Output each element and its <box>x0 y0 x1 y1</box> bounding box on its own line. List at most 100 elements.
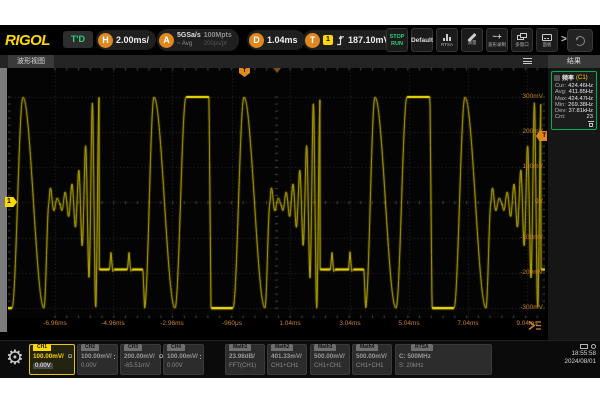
channel-offset: 0.00V <box>164 362 203 370</box>
rtsa-span: S: 20kHz <box>396 362 491 370</box>
stat-label: Cnt: <box>555 114 566 120</box>
acquisition-control-group[interactable]: A 5GSa/s ~ Avg 100Mpts 200ps/pt <box>157 29 239 51</box>
multiwindow-button[interactable]: 多窗口 <box>511 28 533 52</box>
time-axis-label: 3.04ms <box>327 320 373 327</box>
timebase-value: 2.00ms/ <box>116 35 149 45</box>
power-icon <box>591 344 596 349</box>
math-card-math4[interactable]: Math4 500.00mV/ CH1+CH1 <box>352 344 392 375</box>
vertical-scale: 200.00mV/ <box>124 353 155 361</box>
waveform-plot[interactable]: 300mV200mV100mV0V-100mV-200mV-300mV <box>8 68 545 318</box>
gear-icon[interactable]: ⚙ <box>6 345 24 371</box>
channel-tab[interactable]: CH4 <box>167 344 185 351</box>
rtsa-tab[interactable]: RTSA <box>411 344 433 351</box>
stop-run-button[interactable]: STOP RUN <box>386 28 408 52</box>
expand-menu-icon[interactable] <box>527 320 543 331</box>
record-label: 波形录制 <box>488 42 506 47</box>
rtsa-button[interactable]: RTSA <box>436 28 458 52</box>
trigger-level-value: 187.10mV <box>348 35 390 45</box>
record-wave-icon: ~+ <box>492 33 501 41</box>
rtsa-card[interactable]: RTSA C: 500MHz S: 20kHz <box>395 344 492 375</box>
waveform-canvas[interactable] <box>8 68 545 318</box>
math-scale: 23.98dB/ <box>229 353 255 361</box>
top-status-bar: RIGOL T'D H 2.00ms/ A 5GSa/s ~ Avg 100Mp… <box>0 25 600 55</box>
math-tab[interactable]: Math3 <box>314 344 336 351</box>
channel-card-ch3[interactable]: CH3 200.00mV/Ω -65.51mV <box>120 344 161 375</box>
trigger-knob[interactable]: T <box>305 33 320 48</box>
oscilloscope-screen: RIGOL T'D H 2.00ms/ A 5GSa/s ~ Avg 100Mp… <box>0 25 600 378</box>
channel-offset: 0.00V <box>33 363 53 369</box>
volt-axis-label: -200mV <box>520 269 543 277</box>
menu-icon[interactable] <box>523 58 533 66</box>
math-card-math2[interactable]: Math2 401.33mV/ CH1+CH1 <box>267 344 307 375</box>
trigger-status-chip[interactable]: T'D <box>63 31 93 48</box>
horizontal-knob[interactable]: H <box>98 33 113 48</box>
default-label: Default <box>411 37 433 44</box>
memory-depth: 100Mpts <box>204 32 232 40</box>
time-axis-label: 5.04ms <box>386 320 432 327</box>
delay-value: 1.04ms <box>267 35 298 45</box>
measurement-source: (C1) <box>576 75 588 81</box>
time-axis: -6.96ms -4.96ms -2.96ms -960μs 1.04ms 3.04ms 5… <box>0 320 548 332</box>
channel-tab[interactable]: CH3 <box>124 344 142 351</box>
default-button[interactable]: Default <box>411 28 433 52</box>
volt-axis-label: -100mV <box>520 234 543 242</box>
channel-tab[interactable]: CH2 <box>81 344 99 351</box>
panel-button[interactable]: 面板 <box>536 28 558 52</box>
time-axis-label: 7.04ms <box>445 320 491 327</box>
channel-offset: -65.51mV <box>121 362 160 370</box>
vertical-scale: 100.00mV/ <box>81 353 112 361</box>
tab-waveform-view[interactable]: 波形视图 <box>8 55 54 68</box>
time-axis-label: -2.96ms <box>149 320 195 327</box>
time-axis-label: 1.04ms <box>267 320 313 327</box>
channel-card-ch1[interactable]: CH1 100.00mV/Ω 0.00V <box>29 344 75 375</box>
channel-card-ch2[interactable]: CH2 100.00mV/ 0.00V <box>77 344 118 375</box>
view-tab-bar: 波形视图 <box>0 55 548 68</box>
math-tab[interactable]: Math1 <box>229 344 251 351</box>
delay-knob[interactable]: D <box>249 33 264 48</box>
memory-depth-block: 100Mpts 200ps/pt <box>204 32 232 48</box>
clock-block[interactable]: 18:55:58 2024/08/01 <box>532 344 596 366</box>
panel-label: 面板 <box>543 42 552 47</box>
rising-edge-icon <box>336 35 345 46</box>
refresh-icon <box>575 36 585 46</box>
channel-card-ch4[interactable]: CH4 100.00mV/ 0.00V <box>163 344 204 375</box>
time-axis-label: -4.96ms <box>90 320 136 327</box>
avg-wave-icon: ~ <box>177 41 181 47</box>
refresh-button[interactable] <box>567 29 593 52</box>
math-scale: 500.00mV/ <box>356 353 387 361</box>
math-card-math3[interactable]: Math3 500.00mV/ CH1+CH1 <box>310 344 350 375</box>
math-expression: FFT(CH1) <box>226 362 264 370</box>
volt-axis-label: -300mV <box>520 304 543 312</box>
acquisition-knob[interactable]: A <box>159 33 174 48</box>
channel-offset: 0.00V <box>78 362 117 370</box>
stop-label: STOP <box>390 34 405 40</box>
measurement-icon <box>554 75 560 81</box>
horizontal-control-group[interactable]: H 2.00ms/ <box>96 30 156 50</box>
rigol-logo: RIGOL <box>5 32 50 49</box>
channel-tab[interactable]: CH1 <box>33 344 51 351</box>
measurement-title-row: 频率 (C1) <box>553 73 595 83</box>
status-icons <box>532 344 596 349</box>
delay-control-group[interactable]: D 1.04ms <box>247 30 305 50</box>
page: RIGOL T'D H 2.00ms/ A 5GSa/s ~ Avg 100Mp… <box>0 0 600 400</box>
math-card-math1[interactable]: Math1 23.98dB/ FFT(CH1) <box>225 344 265 375</box>
results-sidebar: 结果 频率 (C1) Cur: 424.46Hz Avg: 411.85Hz M… <box>548 55 600 340</box>
toolbar-scroll-right[interactable]: > <box>561 34 567 45</box>
volt-axis-label: 0V <box>535 198 543 206</box>
math-expression: CH1+CH1 <box>353 362 391 370</box>
measurement-title: 频率 <box>562 73 574 82</box>
spectrum-icon <box>443 34 451 41</box>
math-tab[interactable]: Math4 <box>356 344 378 351</box>
measurement-card[interactable]: 频率 (C1) Cur: 424.46Hz Avg: 411.85Hz Max:… <box>551 71 597 130</box>
math-expression: CH1+CH1 <box>268 362 306 370</box>
time-axis-label: -960μs <box>209 320 255 327</box>
multiwindow-label: 多窗口 <box>515 42 529 47</box>
volt-axis-label: 300mV <box>522 93 543 101</box>
math-tab[interactable]: Math2 <box>271 344 293 351</box>
delete-measurement-icon[interactable] <box>588 121 594 128</box>
record-button[interactable]: ~+ 波形录制 <box>486 28 508 52</box>
math-scale: 500.00mV/ <box>314 353 345 361</box>
measure-button[interactable]: 测量 <box>461 28 483 52</box>
channel-status-bar: ⚙ CH1 100.00mV/Ω 0.00V CH2 100.00mV/ 0.0… <box>0 340 600 378</box>
time-axis-label: -6.96ms <box>32 320 78 327</box>
